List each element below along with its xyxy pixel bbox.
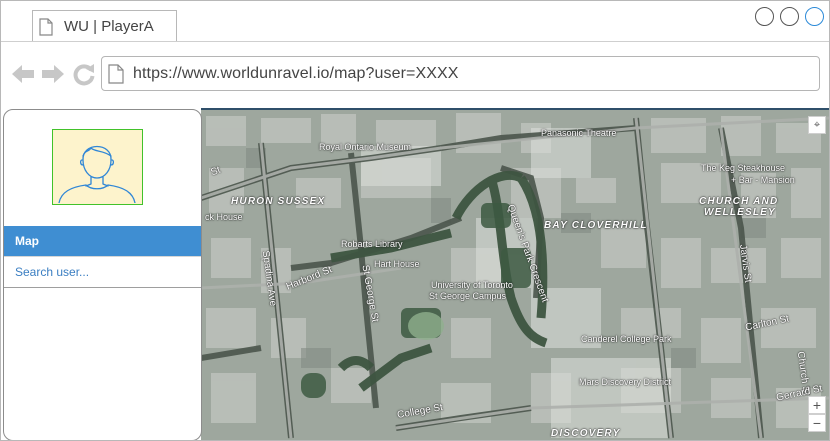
map-label: DISCOVERY (551, 428, 621, 439)
minimize-button[interactable] (755, 7, 774, 26)
map-label: Hart House (374, 259, 420, 269)
satellite-map[interactable] (201, 108, 829, 440)
document-icon (108, 64, 124, 89)
map-label: The Keg Steakhouse (701, 163, 786, 173)
locate-button[interactable]: ⌖ (808, 116, 826, 134)
map-label: CHURCH AND (699, 196, 779, 207)
browser-window: WU | PlayerA https://www.worldunravel.io… (0, 0, 830, 441)
map-label: HURON SUSSEX (231, 196, 326, 207)
sidebar-item-search-user[interactable]: Search user... (4, 257, 201, 287)
map-label: Panasonic Theatre (541, 128, 617, 138)
address-bar[interactable]: https://www.worldunravel.io/map?user=XXX… (101, 56, 820, 91)
url-text[interactable]: https://www.worldunravel.io/map?user=XXX… (133, 65, 459, 83)
divider (4, 287, 201, 288)
close-button[interactable] (805, 7, 824, 26)
browser-tab[interactable]: WU | PlayerA (32, 10, 177, 41)
map-view[interactable]: Royal Ontario Museum Panasonic Theatre T… (201, 108, 829, 440)
map-label: + Bar - Mansion (731, 175, 795, 185)
zoom-out-button[interactable]: − (808, 414, 826, 432)
map-label: Mars Discovery District (579, 377, 672, 387)
user-icon (58, 146, 136, 204)
reload-icon[interactable] (72, 62, 96, 91)
sidebar: Map Search user... (3, 109, 202, 440)
map-label: Robarts Library (341, 239, 403, 249)
tab-title: WU | PlayerA (64, 18, 154, 35)
zoom-in-button[interactable]: + (808, 396, 826, 414)
back-arrow-icon[interactable] (11, 64, 35, 89)
forward-arrow-icon[interactable] (41, 64, 65, 89)
map-label: University of Toronto (431, 280, 513, 290)
map-label: ck House (205, 212, 243, 222)
maximize-button[interactable] (780, 7, 799, 26)
map-label: BAY CLOVERHILL (544, 220, 648, 231)
sidebar-item-map[interactable]: Map (4, 226, 201, 256)
avatar[interactable] (52, 129, 143, 205)
document-icon (39, 18, 53, 41)
map-label: Canderel College Park (581, 334, 672, 344)
tab-bar: WU | PlayerA (1, 1, 829, 42)
navigation-bar: https://www.worldunravel.io/map?user=XXX… (1, 42, 829, 108)
map-label: St George Campus (429, 291, 507, 301)
map-label: Royal Ontario Museum (319, 142, 412, 152)
map-label: WELLESLEY (704, 207, 776, 218)
